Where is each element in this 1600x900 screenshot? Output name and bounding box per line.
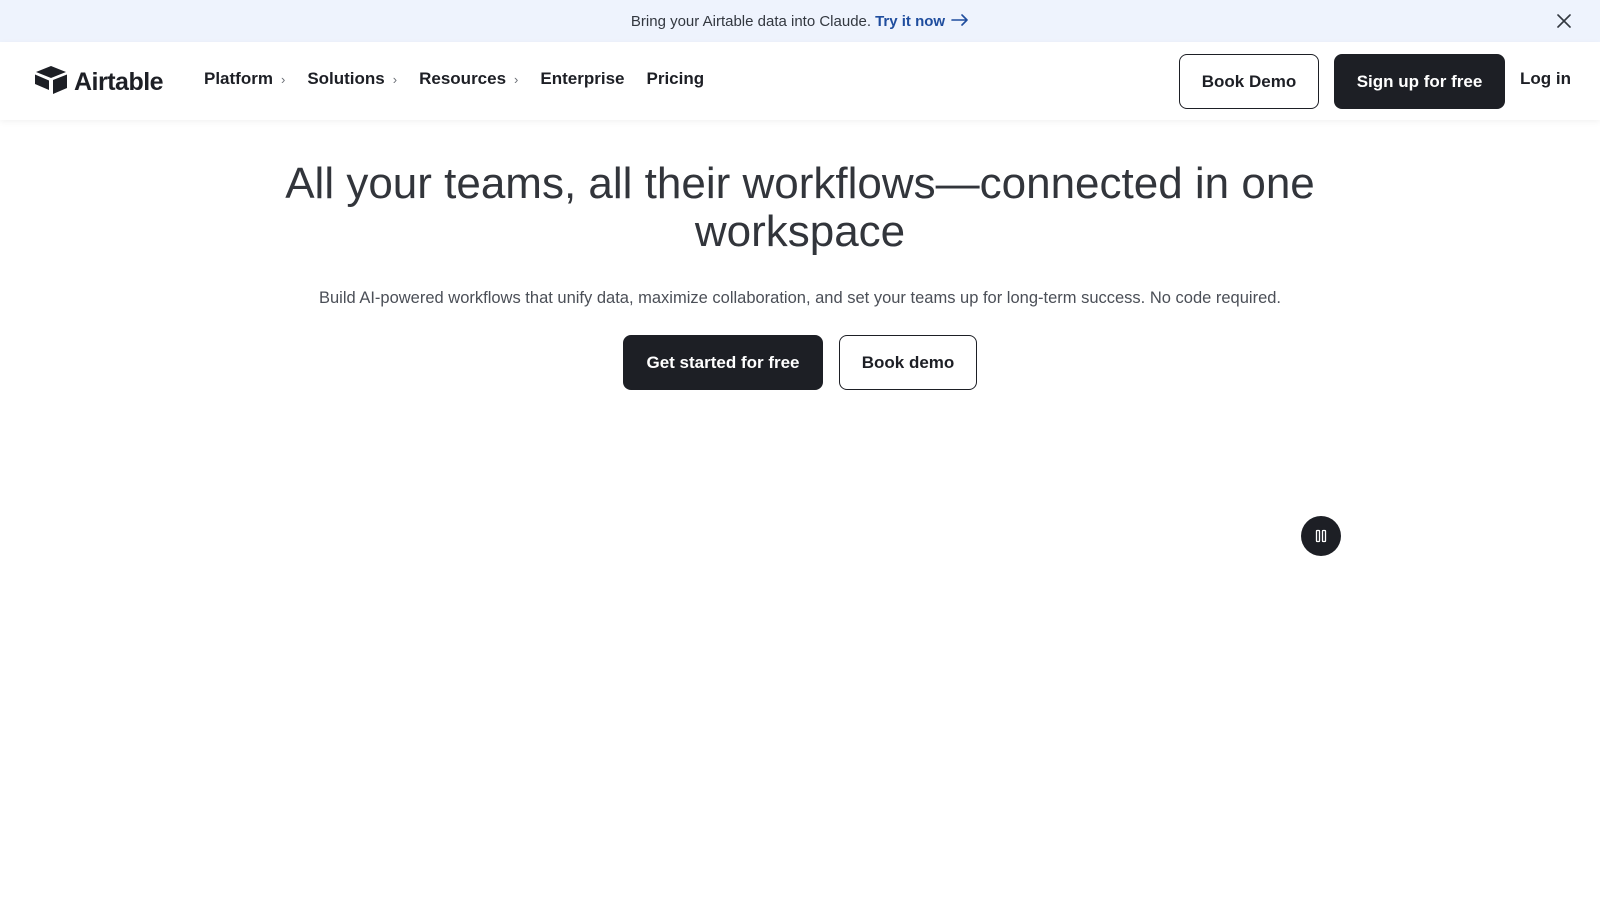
airtable-logo[interactable]: Airtable [34,65,164,100]
pause-icon[interactable] [1301,516,1341,556]
banner-try-link[interactable]: Try it now [875,13,969,30]
announcement-banner: Bring your Airtable data into Claude. Tr… [0,0,1600,42]
hero-title: All your teams, all their workflows—conn… [285,159,1315,256]
hero-subtitle: Build AI-powered workflows that unify da… [318,289,1282,307]
arrow-right-icon [951,13,969,30]
get-started-button[interactable]: Get started for free [623,335,823,390]
chevron-right-icon: › [280,71,286,87]
menu-item-label: Enterprise [540,69,625,88]
book-demo-button[interactable]: Book Demo [1179,54,1319,109]
menu-item-label: Pricing [646,69,705,88]
close-icon[interactable] [1554,11,1574,31]
chevron-right-icon: › [514,71,519,87]
menu-item-label: Platform [204,69,273,88]
book-demo-hero-button[interactable]: Book demo [839,335,977,390]
menu-item-label: Resources [419,69,507,88]
menu-item-resources[interactable]: Resources › [419,69,518,89]
primary-menu: Platform › Solutions › Resources › Enter… [204,69,704,89]
menu-item-label: Solutions [307,69,385,88]
log-in-link[interactable]: Log in [1520,69,1571,89]
logo-wordmark: Airtable [74,67,164,96]
menu-item-pricing[interactable]: Pricing [646,69,704,89]
chevron-right-icon: › [392,71,398,87]
menu-item-platform[interactable]: Platform › [204,69,285,89]
menu-item-enterprise[interactable]: Enterprise [540,69,624,89]
banner-text: Bring your Airtable data into Claude. [630,12,872,30]
airtable-logo-icon [34,65,68,100]
main-nav: Airtable Platform › Solutions › Resource… [0,42,1600,120]
sign-up-button[interactable]: Sign up for free [1334,54,1505,109]
banner-link-label: Try it now [875,12,946,30]
menu-item-solutions[interactable]: Solutions › [307,69,397,89]
